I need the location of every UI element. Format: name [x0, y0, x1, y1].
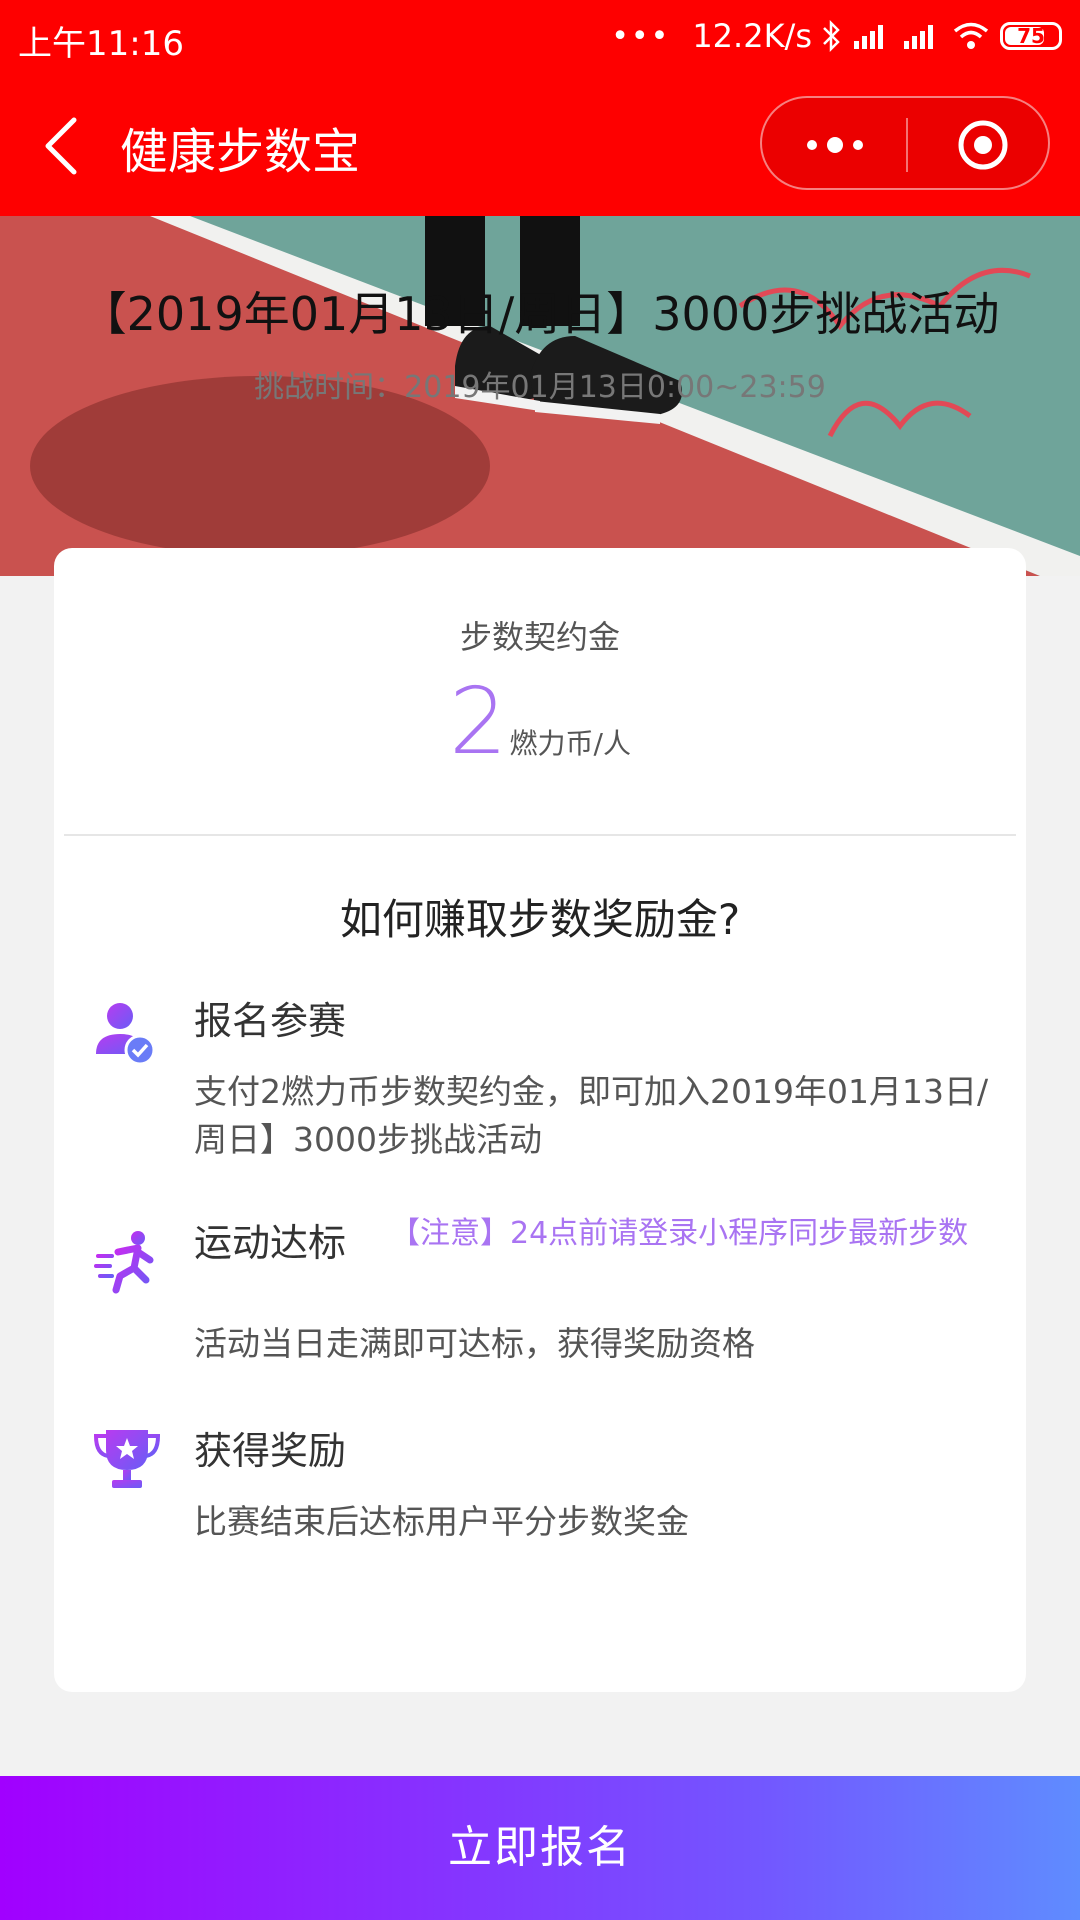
deposit-amount-row: 2燃力币/人: [54, 668, 1026, 775]
status-bar: 上午11:16 ••• 12.2K/s 75: [0, 0, 1080, 76]
wifi-icon: [953, 22, 989, 49]
activity-banner: 【2019年01月13日/周日】3000步挑战活动 挑战时间：2019年01月1…: [0, 216, 1080, 576]
nav-title: 健康步数宝: [120, 124, 361, 180]
trophy-icon: [93, 1430, 161, 1488]
capsule-divider: [906, 118, 908, 172]
more-options-icon[interactable]: [800, 128, 870, 162]
step-exercise-desc: 活动当日走满即可达标，获得奖励资格: [194, 1324, 755, 1363]
step-exercise-note: 【注意】24点前请登录小程序同步最新步数: [390, 1216, 969, 1251]
more-notifications-icon: •••: [611, 18, 671, 54]
page: 上午11:16 ••• 12.2K/s 75 健康步数宝 【2019年01月13…: [0, 0, 1080, 1920]
mini-program-capsule: [760, 96, 1050, 190]
battery-icon: 75: [1000, 22, 1062, 50]
activity-title: 【2019年01月13日/周日】3000步挑战活动: [80, 287, 1000, 341]
network-speed: 12.2K/s: [692, 17, 812, 55]
battery-level: 75: [1017, 24, 1045, 48]
back-arrow-icon[interactable]: [36, 114, 86, 178]
bluetooth-icon: [823, 19, 840, 53]
status-time: 上午11:16: [18, 24, 184, 64]
signal-icon-2: [904, 25, 933, 49]
status-icons: ••• 12.2K/s 75: [611, 14, 1062, 58]
activity-time: 挑战时间：2019年01月13日0:00~23:59: [254, 370, 826, 405]
divider: [64, 834, 1016, 836]
signal-icon: [854, 25, 883, 49]
join-now-button[interactable]: 立即报名: [0, 1776, 1080, 1920]
deposit-amount: 2: [449, 668, 508, 775]
running-icon: [94, 1231, 154, 1294]
deposit-label: 步数契约金: [459, 618, 620, 656]
step-reward-desc: 比赛结束后达标用户平分步数奖金: [194, 1502, 689, 1541]
step-reward-title: 获得奖励: [194, 1429, 347, 1473]
how-to-title: 如何赚取步数奖励金?: [339, 895, 741, 944]
info-card: 步数契约金 2燃力币/人 如何赚取步数奖励金? 报名参赛 支付2燃力币步数契约金…: [54, 548, 1026, 1692]
nav-bar: 健康步数宝: [0, 76, 1080, 216]
step-signup-title: 报名参赛: [194, 999, 347, 1043]
user-check-icon: [96, 1003, 156, 1066]
deposit-unit: 燃力币/人: [509, 727, 631, 760]
step-exercise-title: 运动达标: [194, 1221, 347, 1265]
step-signup-desc: 支付2燃力币步数契约金，即可加入2019年01月13日/周日】3000步挑战活动: [194, 1072, 989, 1159]
close-mini-program-icon[interactable]: [956, 118, 1010, 172]
